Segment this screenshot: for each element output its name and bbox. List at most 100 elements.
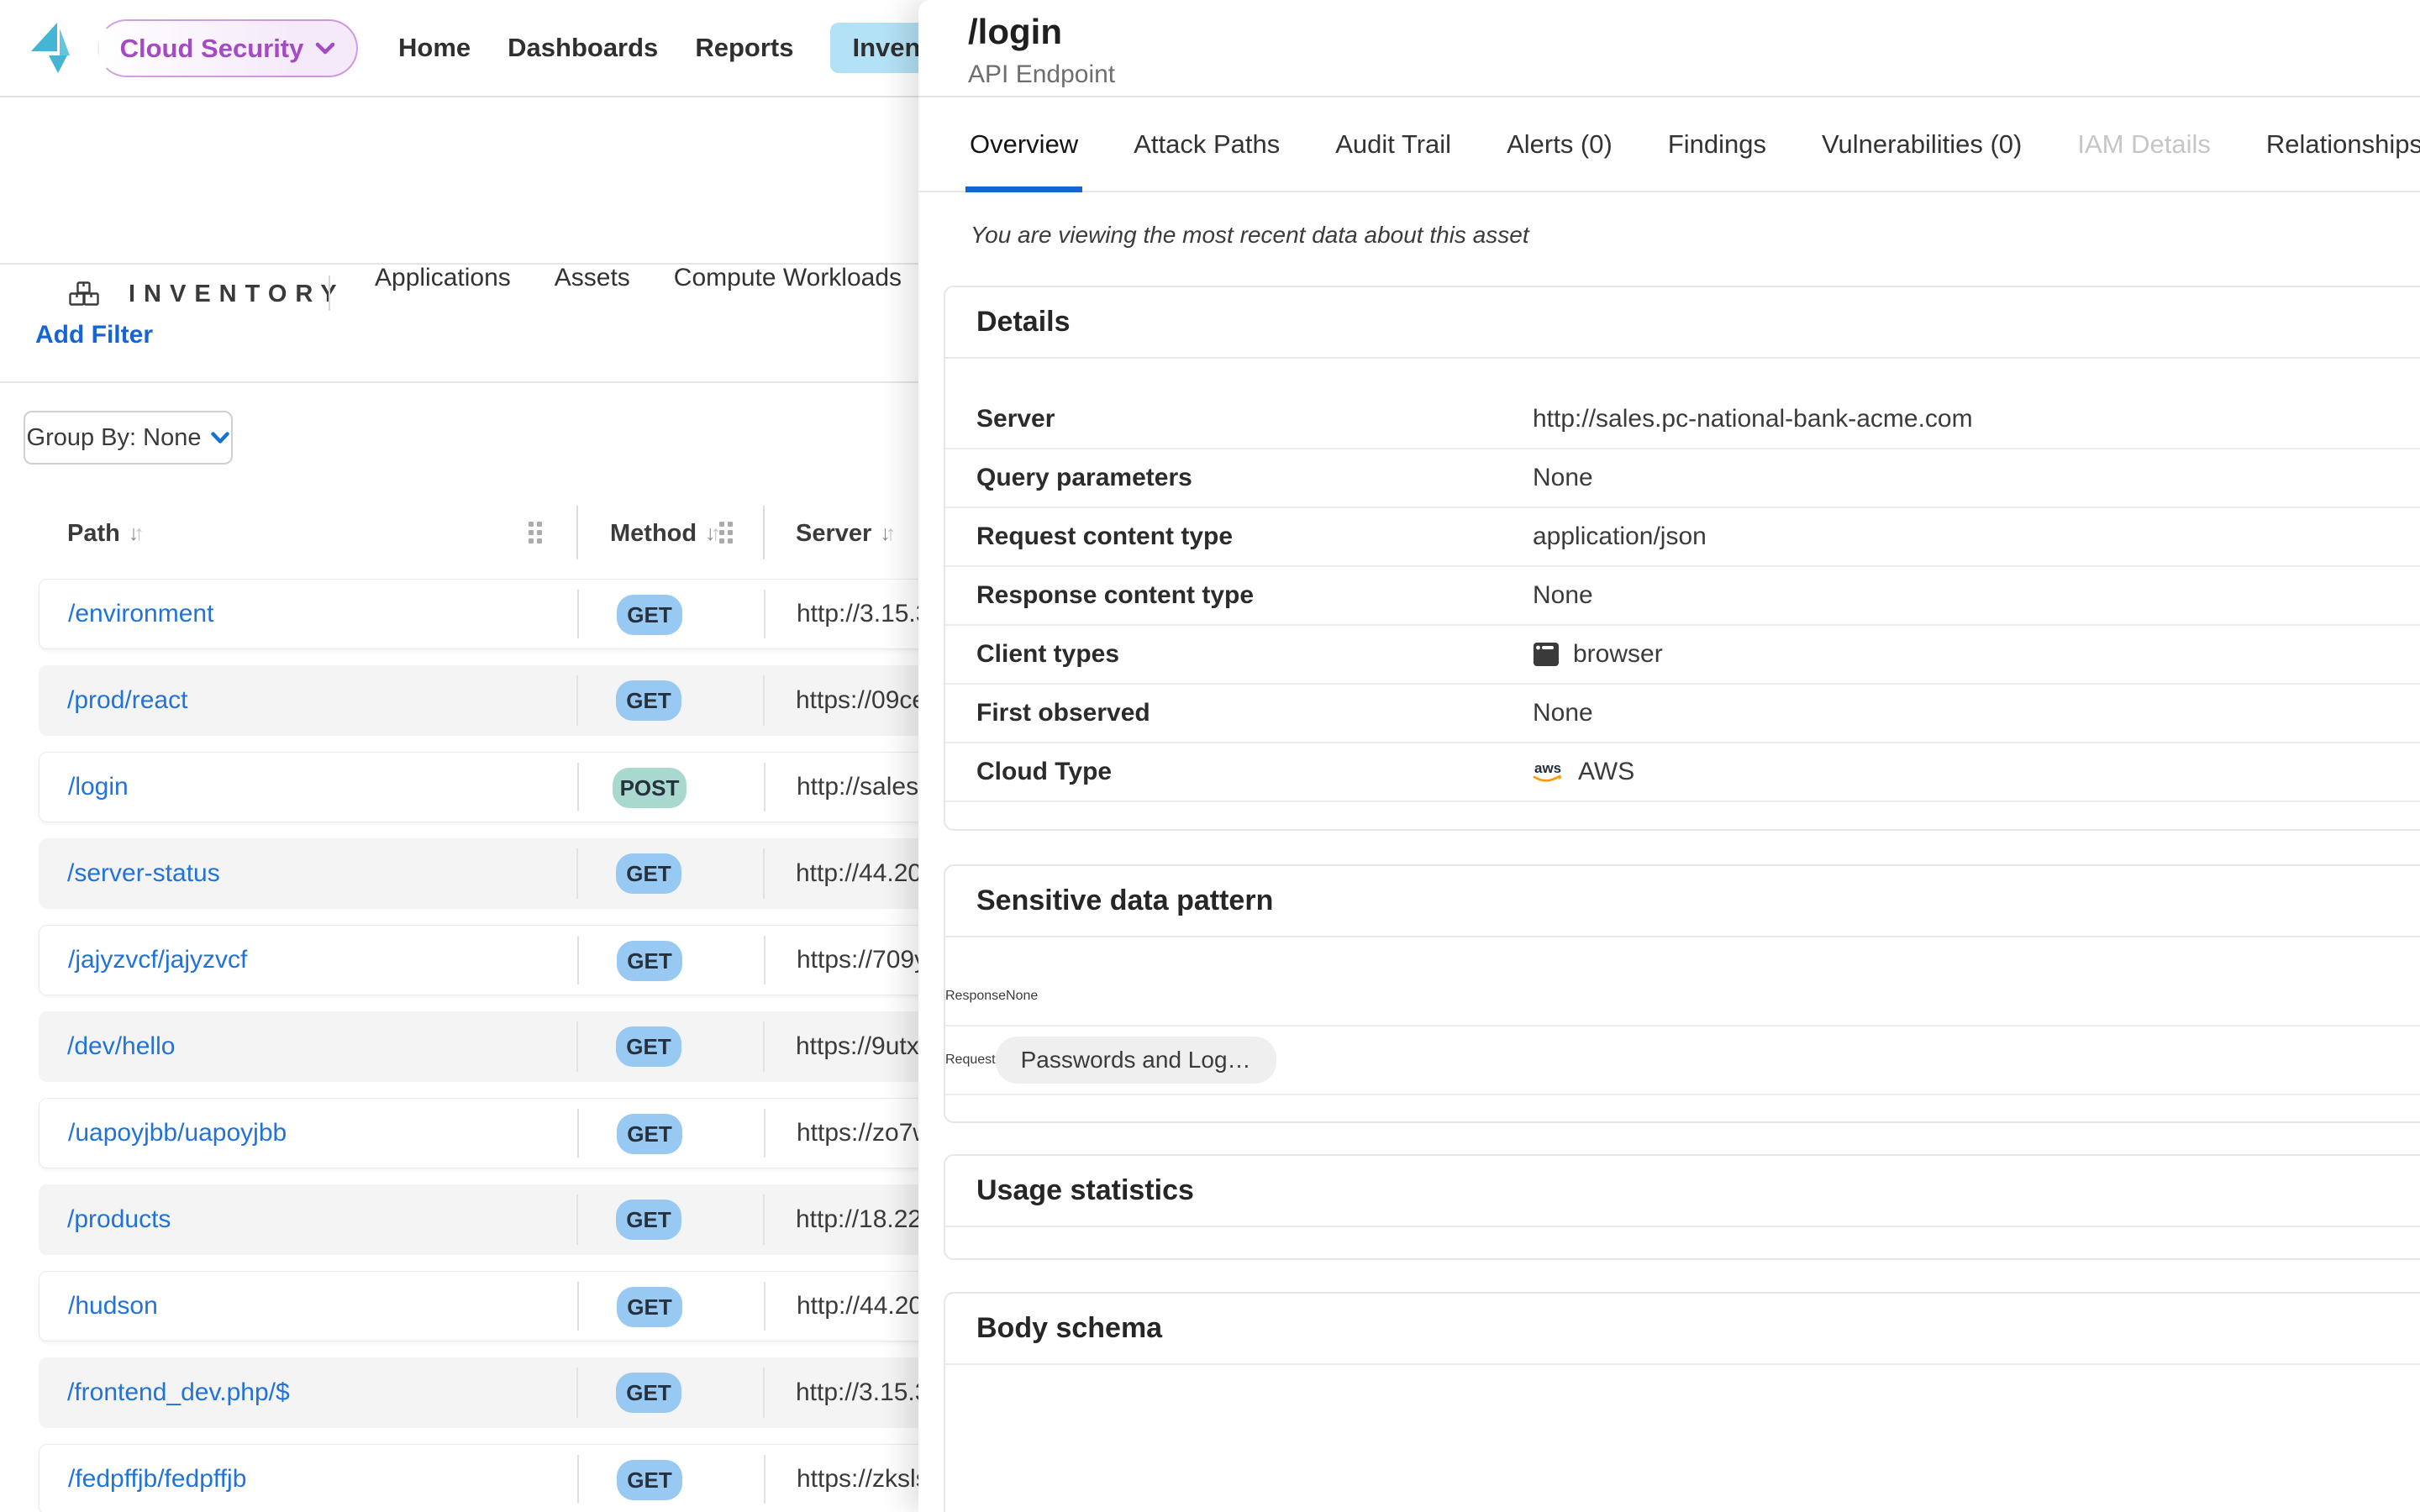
column-divider bbox=[576, 506, 578, 559]
column-header-method[interactable]: Method ↓↑ bbox=[610, 504, 716, 563]
table-row[interactable]: /products GET http://18.220. bbox=[39, 1184, 1013, 1255]
group-by-label: Group By: None bbox=[27, 424, 202, 452]
detail-value: aws application/json bbox=[1533, 522, 1707, 551]
detail-row: First observed aws bbox=[945, 685, 2420, 743]
detail-row: Server aws bbox=[945, 391, 2420, 449]
detail-tab[interactable]: Findings bbox=[1668, 97, 1766, 191]
group-by-dropdown[interactable]: Group By: None bbox=[24, 411, 233, 465]
table-row[interactable]: /server-status GET http://44.200. bbox=[39, 838, 1013, 909]
cell-divider bbox=[764, 936, 765, 984]
method-badge: GET bbox=[616, 1373, 681, 1413]
table-header: Path ↓↑ Method ↓↑ Server ↓↑ bbox=[0, 504, 918, 563]
sort-icon[interactable]: ↓↑ bbox=[880, 522, 891, 546]
detail-label: Cloud Type bbox=[976, 758, 1112, 786]
detail-tabs: Overview Attack Paths Audit Trail Alerts (0… bbox=[918, 97, 2420, 192]
method-badge: GET bbox=[616, 1026, 681, 1067]
cell-divider bbox=[764, 1455, 765, 1504]
sort-icon[interactable]: ↓↑ bbox=[705, 522, 716, 546]
asset-detail-panel: /login API Endpoint Overview Attack Paths… bbox=[918, 0, 2420, 1512]
details-heading: Details bbox=[945, 287, 2420, 359]
detail-tab[interactable]: Relationships bbox=[2266, 97, 2420, 191]
sensitive-label: Response bbox=[945, 989, 1006, 1004]
inventory-tab[interactable]: Applications bbox=[375, 255, 511, 301]
detail-value: aws None bbox=[1533, 581, 1593, 610]
product-switcher-label: Cloud Security bbox=[120, 34, 304, 64]
method-badge: GET bbox=[617, 941, 682, 981]
sensitive-label: Request bbox=[945, 1053, 996, 1068]
asset-title: /login bbox=[968, 12, 1062, 52]
inventory-tab[interactable]: Assets bbox=[555, 255, 630, 301]
table-row[interactable]: /hudson GET http://44.200. bbox=[39, 1271, 1013, 1341]
browser-icon bbox=[1533, 641, 1560, 668]
detail-tab[interactable]: Overview bbox=[970, 97, 1078, 191]
table-row[interactable]: /login POST http://sales.pc bbox=[39, 752, 1013, 822]
table-row[interactable]: /prod/react GET https://09ce3 bbox=[39, 665, 1013, 736]
detail-row: Request content type aws bbox=[945, 508, 2420, 567]
table-row[interactable]: /fedpffjb/fedpffjb GET https://zkslsyj bbox=[39, 1444, 1013, 1512]
detail-value: aws http://sales.pc-national-bank-acme.c… bbox=[1533, 405, 1973, 433]
detail-label: Query parameters bbox=[976, 464, 1192, 492]
details-rows: Server aws bbox=[945, 359, 2420, 829]
sensitive-value: Passwords and Log… bbox=[996, 1037, 1276, 1084]
detail-label: Server bbox=[976, 405, 1055, 433]
cell-divider bbox=[577, 590, 579, 638]
column-header-path[interactable]: Path ↓↑ bbox=[67, 504, 139, 563]
cell-divider bbox=[577, 1282, 579, 1331]
chevron-down-icon bbox=[315, 42, 335, 55]
endpoint-path-link[interactable]: /login bbox=[68, 753, 129, 822]
detail-row: Query parameters aws bbox=[945, 449, 2420, 508]
usage-statistics-card: Usage statistics bbox=[944, 1154, 2420, 1260]
sort-icon[interactable]: ↓↑ bbox=[129, 522, 139, 546]
table-row[interactable]: /jajyzvcf/jajyzvcf GET https://709yg bbox=[39, 925, 1013, 995]
detail-tab[interactable]: IAM Details bbox=[2077, 97, 2210, 191]
column-drag-handle-icon[interactable] bbox=[719, 522, 733, 543]
cell-divider bbox=[576, 1194, 578, 1245]
asset-type: API Endpoint bbox=[968, 60, 1115, 89]
endpoint-path-link[interactable]: /hudson bbox=[68, 1272, 158, 1341]
detail-tab[interactable]: Vulnerabilities (0) bbox=[1822, 97, 2022, 191]
table-row[interactable]: /environment GET http://3.15.30 bbox=[39, 579, 1013, 649]
endpoint-path-link[interactable]: /prod/react bbox=[67, 665, 187, 736]
detail-cards: Details Server aws bbox=[944, 286, 2420, 1512]
endpoint-path-link[interactable]: /fedpffjb/fedpffjb bbox=[68, 1445, 246, 1512]
column-drag-handle-icon[interactable] bbox=[529, 522, 542, 543]
page-title: INVENTORY bbox=[129, 281, 345, 308]
endpoint-path-link[interactable]: /jajyzvcf/jajyzvcf bbox=[68, 926, 247, 995]
endpoint-path-link[interactable]: /products bbox=[67, 1184, 171, 1255]
nav-item[interactable]: Reports bbox=[695, 23, 793, 73]
detail-tab[interactable]: Audit Trail bbox=[1335, 97, 1451, 191]
endpoint-path-link[interactable]: /dev/hello bbox=[67, 1011, 175, 1082]
method-badge: GET bbox=[616, 680, 681, 721]
endpoint-path-link[interactable]: /environment bbox=[68, 580, 213, 648]
column-header-server[interactable]: Server ↓↑ bbox=[796, 504, 891, 563]
product-switcher[interactable]: Cloud Security bbox=[97, 19, 358, 77]
detail-tab[interactable]: Alerts (0) bbox=[1507, 97, 1612, 191]
aws-icon: aws bbox=[1533, 759, 1565, 785]
endpoints-table: /environment GET http://3.15.30 /prod/re… bbox=[39, 579, 1013, 1512]
cell-divider bbox=[764, 590, 765, 638]
add-filter-button[interactable]: Add Filter bbox=[35, 321, 153, 349]
sensitive-row: Request Passwords and Log… bbox=[945, 1026, 2420, 1095]
sensitive-row: Response None bbox=[945, 968, 2420, 1026]
svg-text:aws: aws bbox=[1534, 760, 1561, 776]
method-badge: GET bbox=[616, 853, 681, 894]
sensitive-data-heading: Sensitive data pattern bbox=[945, 866, 2420, 937]
detail-row: Client types aws bbox=[945, 626, 2420, 685]
nav-item[interactable]: Dashboards bbox=[508, 23, 658, 73]
endpoint-path-link[interactable]: /frontend_dev.php/$ bbox=[67, 1357, 290, 1428]
inventory-tab[interactable]: Compute Workloads bbox=[674, 255, 902, 301]
method-badge: GET bbox=[617, 1287, 682, 1327]
table-row[interactable]: /uapoyjbb/uapoyjbb GET https://zo7wlx bbox=[39, 1098, 1013, 1168]
cell-divider bbox=[764, 763, 765, 811]
detail-label: Response content type bbox=[976, 581, 1254, 610]
detail-tab[interactable]: Attack Paths bbox=[1134, 97, 1280, 191]
detail-row: Response content type aws bbox=[945, 567, 2420, 626]
table-row[interactable]: /frontend_dev.php/$ GET http://3.15.30 bbox=[39, 1357, 1013, 1428]
detail-label: Request content type bbox=[976, 522, 1233, 551]
sensitive-value: None bbox=[1006, 989, 1038, 1004]
nav-item[interactable]: Home bbox=[398, 23, 471, 73]
endpoint-path-link[interactable]: /server-status bbox=[67, 838, 220, 909]
endpoint-path-link[interactable]: /uapoyjbb/uapoyjbb bbox=[68, 1099, 287, 1168]
table-row[interactable]: /dev/hello GET https://9utxm bbox=[39, 1011, 1013, 1082]
panoptica-logo-icon bbox=[31, 22, 70, 74]
